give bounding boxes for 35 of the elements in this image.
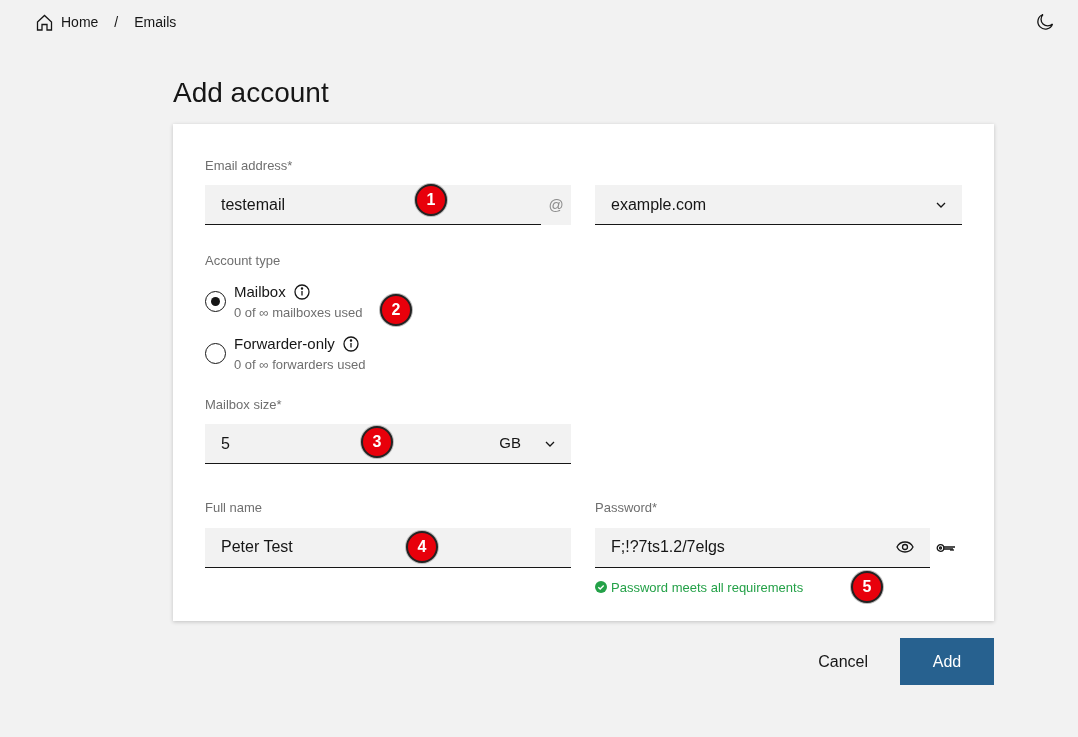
caret-down-icon xyxy=(545,440,555,447)
field-label: Account type xyxy=(205,252,281,271)
field-label: Mailbox size* xyxy=(205,395,282,414)
unit-select[interactable]: GB xyxy=(483,424,571,465)
at-sign: @ xyxy=(541,185,571,226)
radio-button[interactable] xyxy=(205,291,226,313)
usage-hint: 0 of ∞ mailboxes used xyxy=(234,304,363,323)
page-title: Add account xyxy=(173,76,330,110)
key-icon[interactable] xyxy=(936,542,956,553)
radio-label[interactable]: Mailbox xyxy=(234,280,286,304)
breadcrumb-link[interactable]: Emails xyxy=(134,11,177,33)
radio-label[interactable]: Forwarder-only xyxy=(234,332,335,356)
show-password-button[interactable] xyxy=(880,527,930,568)
info-icon[interactable] xyxy=(342,335,359,352)
usage-hint: 0 of ∞ forwarders used xyxy=(234,356,366,375)
field-label: Full name xyxy=(205,499,263,518)
password-field[interactable]: F;!?7ts1.2/7elgs xyxy=(595,527,880,568)
field-label: Email address* xyxy=(205,156,293,175)
radio-button[interactable] xyxy=(205,343,226,365)
field-label: Password* xyxy=(595,499,658,518)
number-marker: 1 xyxy=(415,184,447,217)
caret-down-icon xyxy=(936,201,946,208)
home-icon xyxy=(36,13,53,31)
number-marker: 5 xyxy=(851,570,883,603)
eye-icon[interactable] xyxy=(896,541,914,554)
add-button[interactable]: Add xyxy=(900,638,994,686)
moon-icon[interactable] xyxy=(1036,13,1054,31)
info-icon[interactable] xyxy=(293,283,310,300)
domain-select[interactable]: example.com xyxy=(595,185,962,226)
breadcrumb-link[interactable]: Home xyxy=(36,11,99,33)
password-status: Password meets all requirements xyxy=(611,578,804,597)
breadcrumb-separator: / xyxy=(114,12,119,32)
number-marker: 2 xyxy=(380,294,412,327)
check-circle-icon xyxy=(595,581,607,594)
cancel-button[interactable]: Cancel xyxy=(786,638,900,686)
